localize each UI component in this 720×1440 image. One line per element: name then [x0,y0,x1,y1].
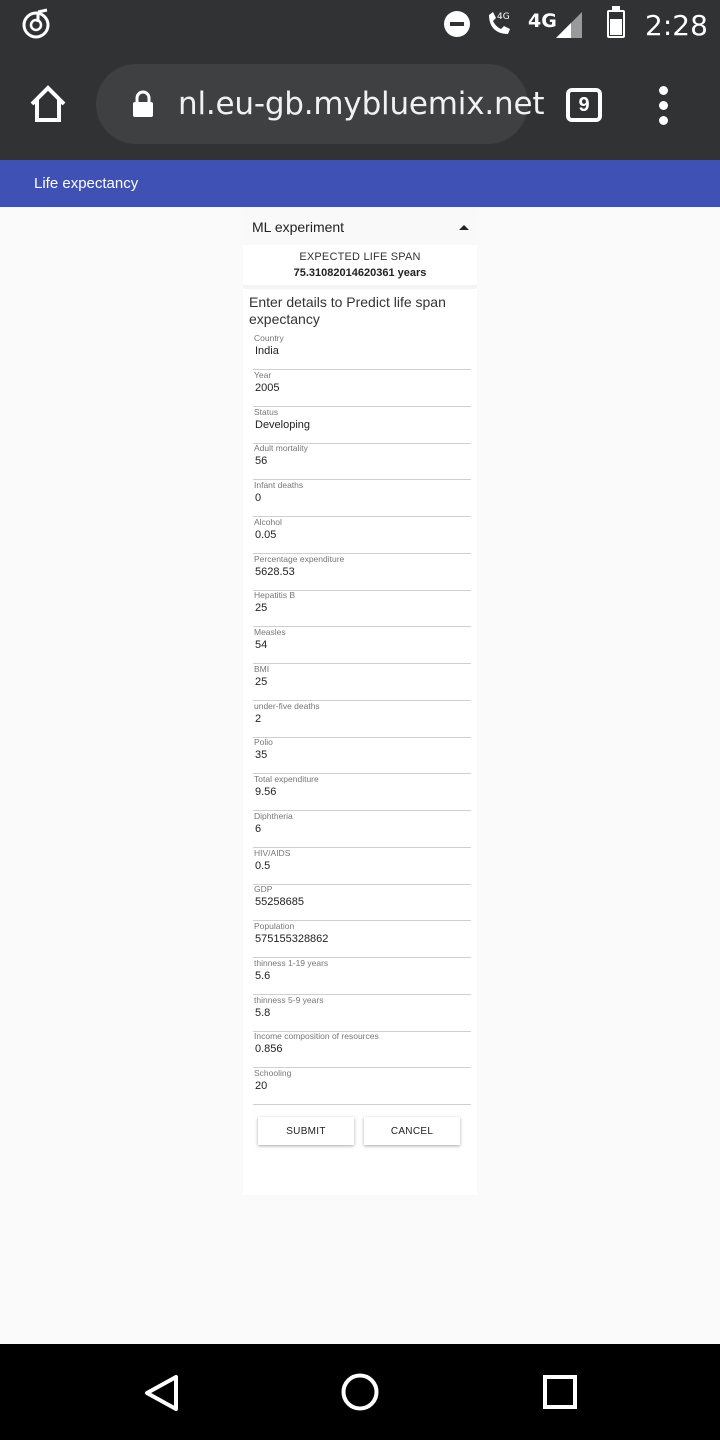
field-value[interactable]: 20 [255,1080,267,1092]
field-value[interactable]: 2 [255,713,261,725]
field-value[interactable]: Developing [255,419,310,431]
result-value: 75.31082014620361 years [293,267,427,279]
field-value[interactable]: India [255,345,279,357]
tab-count: 9 [578,94,590,116]
browser-toolbar: nl.eu-gb.mybluemix.net 9 [0,48,720,160]
field-label: HIV/AIDS [254,847,291,858]
form-field[interactable]: HIV/AIDS 0.5 [253,848,471,885]
home-circle-icon[interactable] [341,1373,379,1411]
field-value[interactable]: 5628.53 [255,566,295,578]
form-field[interactable]: Diphtheria 6 [253,811,471,848]
field-value[interactable]: 35 [255,749,267,761]
clock: 2:28 [645,9,708,42]
form-field[interactable]: Hepatitis B 25 [253,590,471,628]
field-label: BMI [254,663,270,674]
form-field[interactable]: Measles 54 [253,627,471,664]
field-value[interactable]: 56 [255,455,267,467]
back-icon[interactable] [143,1374,179,1412]
field-label: under-five deaths [254,700,320,711]
field-label: Alcohol [254,516,282,527]
status-bar: 4G 4G 2:28 [0,0,720,48]
form-field[interactable]: Year 2005 [253,370,471,407]
field-value[interactable]: 5.6 [255,970,270,982]
form-field[interactable]: Population 575155328862 [253,921,471,958]
field-label: Population [254,921,295,931]
field-value[interactable]: 0.05 [255,529,276,541]
network-type: 4G [528,10,557,32]
field-label: Adult mortality [254,443,308,454]
field-value[interactable]: 6 [255,823,261,835]
field-value[interactable]: 25 [255,602,267,614]
field-label: thinness 1-19 years [254,957,329,968]
field-value[interactable]: 0 [255,492,261,504]
system-nav-bar [0,1344,720,1440]
more-menu-icon[interactable] [654,86,674,126]
form-field[interactable]: thinness 5-9 years 5.8 [253,995,471,1032]
result-box: EXPECTED LIFE SPAN 75.31082014620361 yea… [243,245,477,285]
url-text: nl.eu-gb.mybluemix.net [178,86,545,122]
network-badge-text: 4G [497,12,510,22]
form-field[interactable]: Status Developing [253,407,471,444]
result-label: EXPECTED LIFE SPAN [299,251,421,263]
recents-icon[interactable] [543,1375,577,1409]
form-field[interactable]: Polio 35 [253,737,471,775]
form-field[interactable]: under-five deaths 2 [253,701,471,738]
form-field[interactable]: Income composition of resources 0.856 [253,1031,471,1069]
field-value[interactable]: 55258685 [255,896,304,908]
form-field[interactable]: Infant deaths 0 [253,480,471,517]
cancel-button[interactable]: CANCEL [364,1117,460,1145]
field-label: Measles [254,627,286,637]
app-title: Life expectancy [34,175,139,192]
field-label: Status [254,406,279,417]
form-field[interactable]: thinness 1-19 years 5.6 [253,958,471,995]
battery-icon [607,6,625,38]
field-label: Hepatitis B [254,590,296,601]
field-label: GDP [254,884,273,895]
form-intro: Enter details to Predict life span expec… [249,294,446,327]
form-field[interactable]: Alcohol 0.05 [253,517,471,554]
form-field[interactable]: Adult mortality 56 [253,443,471,481]
panel-title: ML experiment [252,219,345,235]
volte-call-icon: 4G [489,12,510,34]
field-label: Total expenditure [254,774,319,784]
app-header: Life expectancy [0,160,720,207]
field-label: Schooling [254,1068,292,1078]
do-not-disturb-icon [444,11,470,37]
field-value[interactable]: 0.856 [255,1043,283,1055]
music-app-icon [22,8,50,39]
field-value[interactable]: 25 [255,676,267,688]
signal-icon [556,12,582,38]
field-label: Income composition of resources [254,1031,379,1042]
field-label: Infant deaths [254,480,304,490]
submit-button[interactable]: SUBMIT [258,1117,354,1145]
field-label: Country [254,333,284,343]
field-value[interactable]: 575155328862 [255,933,328,945]
form-field[interactable]: BMI 25 [253,664,471,701]
field-value[interactable]: 54 [255,639,267,651]
field-value[interactable]: 0.5 [255,860,270,872]
address-bar[interactable]: nl.eu-gb.mybluemix.net [96,64,544,144]
lock-icon [133,90,153,117]
form-field[interactable]: GDP 55258685 [253,884,471,922]
field-value[interactable]: 2005 [255,382,279,394]
field-value[interactable]: 5.8 [255,1007,270,1019]
field-label: thinness 5-9 years [254,994,324,1005]
form-field[interactable]: Schooling 20 [253,1068,471,1105]
field-label: Year [254,369,272,380]
home-icon[interactable] [28,84,68,124]
field-label: Percentage expenditure [254,553,345,564]
form-field[interactable]: Percentage expenditure 5628.53 [253,554,471,591]
field-label: Polio [254,737,273,748]
experiment-card: ML experiment EXPECTED LIFE SPAN 75.3108… [243,207,477,1195]
form-field[interactable]: Total expenditure 9.56 [253,774,471,811]
form-field[interactable]: Country India [253,333,471,370]
caret-up-icon[interactable] [459,225,469,230]
field-value[interactable]: 9.56 [255,786,276,798]
divider [243,285,477,289]
field-label: Diphtheria [254,810,293,821]
tabs-icon[interactable]: 9 [566,88,602,122]
panel-header[interactable]: ML experiment [243,207,477,245]
